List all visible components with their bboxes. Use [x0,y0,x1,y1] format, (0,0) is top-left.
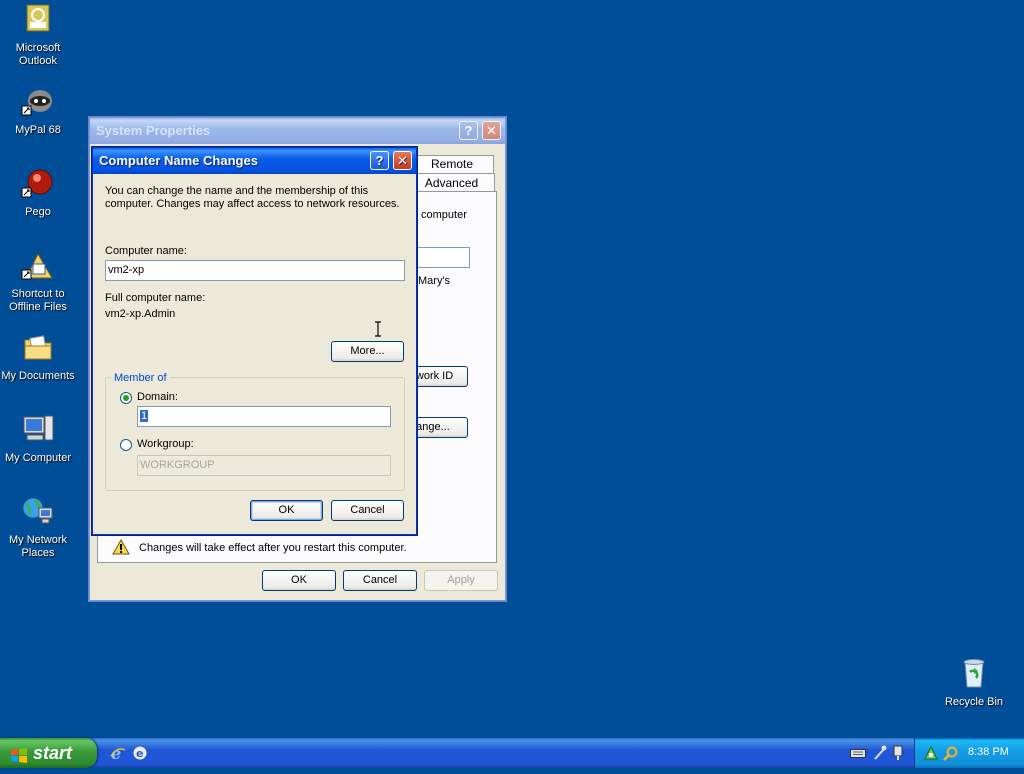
keyboard-tray-icon[interactable] [850,747,866,762]
dialog-ok-button[interactable]: OK [250,500,323,521]
tab-label: Advanced [424,176,479,190]
text-cursor-icon [374,321,382,340]
computer-name-label: Computer name: [105,245,187,257]
workgroup-value: WORKGROUP [140,459,215,471]
start-label: start [33,743,73,763]
outlook-icon [21,4,55,38]
domain-value: 1 [140,410,149,422]
desktop-icon-pego[interactable]: Pego [0,168,76,219]
network-id-label: twork ID [412,370,454,382]
domain-radio[interactable] [120,392,132,404]
more-label: More... [350,345,385,357]
desktop-icon-offline-files[interactable]: Shortcut to Offline Files [0,250,76,314]
dialog-titlebar[interactable]: Computer Name Changes ? ✕ [93,148,416,174]
computer-name-input[interactable]: vm2-xp [105,260,405,281]
system-properties-titlebar[interactable]: System Properties ? ✕ [90,118,505,144]
close-button[interactable]: ✕ [482,121,501,140]
dialog-description: You can change the name and the membersh… [105,185,400,210]
search-tray-icon[interactable] [943,745,959,764]
apply-label: Apply [447,574,475,586]
recycle-bin-icon [957,658,991,692]
ie-quicklaunch-icon[interactable]: e [109,744,127,765]
restart-warning-text: Changes will take effect after you resta… [139,542,407,554]
desktop-icon-label: Microsoft Outlook [15,42,61,67]
desktop-icon-label: MyPal 68 [15,124,61,136]
full-computer-name-label: Full computer name: [105,292,206,304]
full-computer-name-value: vm2-xp.Admin [105,308,176,320]
partial-input [408,247,470,268]
cancel-label: Cancel [362,574,398,586]
partial-text-computer: computer [421,209,467,221]
desktop-icon-recycle-bin[interactable]: Recycle Bin [936,658,1012,709]
desktop-icon-network-places[interactable]: My Network Places [0,496,76,560]
member-of-label: Member of [111,372,170,384]
desktop-icon-my-documents[interactable]: My Documents [0,332,76,383]
offline-files-icon [21,250,55,284]
folder-icon [21,332,55,366]
desktop-icon-label: Recycle Bin [944,696,1004,708]
ok-label: OK [291,574,307,586]
help-button[interactable]: ? [370,151,389,170]
dialog-title: Computer Name Changes [99,153,258,168]
svg-text:e: e [136,747,143,760]
system-properties-title: System Properties [96,123,211,138]
desktop-icon-label: Shortcut to Offline Files [9,288,67,313]
warning-icon [112,538,130,558]
sysprops-apply-button[interactable]: Apply [424,570,498,591]
sysprops-ok-button[interactable]: OK [262,570,336,591]
ok-label: OK [278,504,295,516]
dialog-cancel-button[interactable]: Cancel [331,500,404,521]
desktop-icon-my-computer[interactable]: My Computer [0,414,76,465]
network-tray-icon[interactable] [923,745,939,764]
desktop-icon-label: My Documents [1,370,75,382]
desktop-icon-label: Pego [25,206,51,218]
mypal-icon [21,86,55,120]
computer-name-value: vm2-xp [108,264,145,276]
tab-advanced[interactable]: Advanced [408,173,495,192]
desktop-icon-label: My Network Places [8,534,68,559]
desktop-icon-outlook[interactable]: Microsoft Outlook [0,4,76,68]
computer-name-changes-dialog: Computer Name Changes ? ✕ You can change… [92,147,417,535]
cancel-label: Cancel [350,504,385,516]
windows-logo-icon [10,744,28,774]
partial-text-marys: Mary's [418,275,451,287]
domain-label[interactable]: Domain: [137,391,178,403]
computer-icon [21,414,55,448]
pego-icon [21,168,55,202]
help-button[interactable]: ? [459,121,478,140]
microphone-tray-icon[interactable] [873,745,887,764]
member-of-group: Member of Domain: 1 Workgroup: WORKGROUP [105,372,405,491]
outlook-express-quicklaunch-icon[interactable]: e [131,744,149,765]
more-button[interactable]: More... [331,341,404,362]
workgroup-radio[interactable] [120,439,132,451]
domain-input[interactable]: 1 [137,406,391,427]
workgroup-input[interactable]: WORKGROUP [137,455,391,476]
system-tray: 8:38 PM [914,738,1024,768]
taskbar: start e e 8:38 PM [0,738,1024,768]
clock[interactable]: 8:38 PM [968,746,1009,758]
desktop-icon-mypal[interactable]: MyPal 68 [0,86,76,137]
desktop-icon-label: My Computer [4,452,72,464]
tab-remote[interactable]: Remote [410,155,494,173]
change-label: ange... [416,421,450,433]
network-icon [21,496,55,530]
sysprops-cancel-button[interactable]: Cancel [343,570,417,591]
workgroup-label[interactable]: Workgroup: [137,438,194,450]
start-button[interactable]: start [0,738,97,768]
close-button[interactable]: ✕ [393,151,412,170]
device-tray-icon[interactable] [893,745,903,764]
tab-label: Remote [430,157,474,171]
